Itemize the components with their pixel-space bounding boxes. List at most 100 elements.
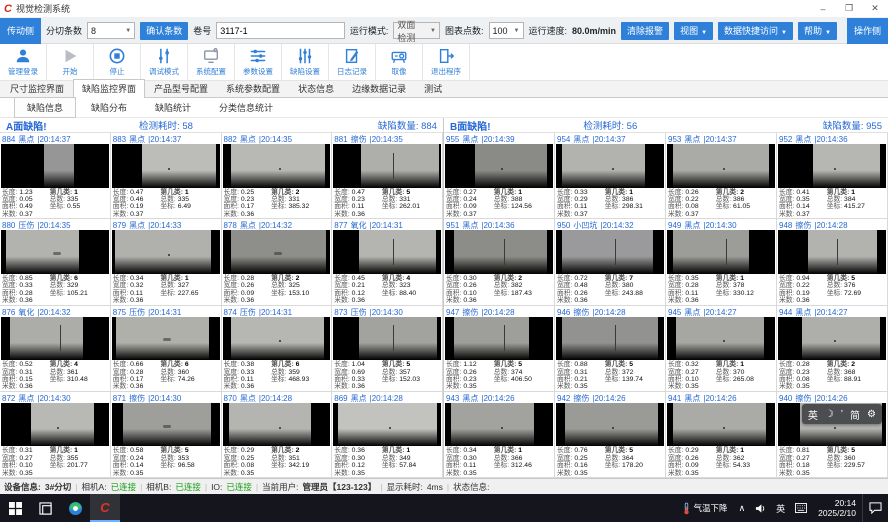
chart-points-select[interactable]: 100 ▼ <box>489 22 524 39</box>
defect-cell[interactable]: 947擦伤|20:14:28长度: 1.12宽度: 0.26面积: 0.23米数… <box>444 306 555 392</box>
exit-program-button[interactable]: 退出程序 <box>423 44 470 80</box>
defect-image[interactable] <box>1 230 109 274</box>
tab-product-model-config[interactable]: 产品型号配置 <box>145 79 217 97</box>
ime-simplified-toggle[interactable]: 简 <box>850 407 860 422</box>
close-button[interactable]: ✕ <box>862 0 888 17</box>
defect-cell[interactable]: 884黑点|20:14:37长度: 1.23宽度: 0.05面积: 0.49米数… <box>0 133 111 219</box>
defect-cell[interactable]: 944黑点|20:14:27长度: 0.28宽度: 0.23面积: 0.08米数… <box>777 306 888 392</box>
defect-cell[interactable]: 942擦伤|20:14:26长度: 0.76宽度: 0.25面积: 0.16米数… <box>555 392 666 478</box>
defect-image[interactable] <box>112 403 220 447</box>
defect-image[interactable] <box>1 144 109 188</box>
tab-system-param-config[interactable]: 系统参数配置 <box>217 79 289 97</box>
defect-image[interactable] <box>223 403 331 447</box>
operator-side-button[interactable]: 操作侧 <box>847 18 888 44</box>
drive-side-button[interactable]: 传动侧 <box>0 18 41 44</box>
subtab-defect-info[interactable]: 缺陷信息 <box>14 97 76 118</box>
defect-cell[interactable]: 875压伤|20:14:31长度: 0.66宽度: 0.28面积: 0.17米数… <box>111 306 222 392</box>
defect-image[interactable] <box>667 403 775 447</box>
debug-mode-button[interactable]: 调试模式 <box>141 44 188 80</box>
maximize-button[interactable]: ❐ <box>836 0 862 17</box>
defect-image[interactable] <box>333 317 441 361</box>
defect-image[interactable] <box>667 317 775 361</box>
defect-image[interactable] <box>333 403 441 447</box>
defect-cell[interactable]: 883黑点|20:14:37长度: 0.47宽度: 0.46面积: 0.19米数… <box>111 133 222 219</box>
tab-edge-data-record[interactable]: 边缘数据记录 <box>343 79 415 97</box>
parameter-settings-button[interactable]: 参数设置 <box>235 44 282 80</box>
defect-cell[interactable]: 948擦伤|20:14:28长度: 0.94宽度: 0.22面积: 0.19米数… <box>777 219 888 305</box>
ime-toolbar[interactable]: 英 ☽ ’ 简 ⚙ <box>802 404 882 424</box>
defect-cell[interactable]: 943黑点|20:14:26长度: 0.34宽度: 0.30面积: 0.11米数… <box>444 392 555 478</box>
defect-cell[interactable]: 941黑点|20:14:26长度: 0.29宽度: 0.26面积: 0.09米数… <box>666 392 777 478</box>
defect-image[interactable] <box>778 317 886 361</box>
defect-image[interactable] <box>223 144 331 188</box>
subtab-defect-statistics[interactable]: 缺陷统计 <box>142 97 204 118</box>
defect-cell[interactable]: 882黑点|20:14:35长度: 0.25宽度: 0.23面积: 0.17米数… <box>222 133 333 219</box>
system-config-button[interactable]: 系统配置 <box>188 44 235 80</box>
ime-moon-icon[interactable]: ☽ <box>825 409 834 420</box>
defect-image[interactable] <box>556 317 664 361</box>
defect-cell[interactable]: 879黑点|20:14:33长度: 0.34宽度: 0.32面积: 0.11米数… <box>111 219 222 305</box>
defect-image[interactable] <box>112 230 220 274</box>
volume-icon[interactable] <box>750 494 771 522</box>
tab-defect-monitor[interactable]: 缺陷监控界面 <box>73 79 145 98</box>
defect-cell[interactable]: 874压伤|20:14:31长度: 0.38宽度: 0.33面积: 0.11米数… <box>222 306 333 392</box>
defect-cell[interactable]: 877氧化|20:14:31长度: 0.45宽度: 0.21面积: 0.12米数… <box>332 219 443 305</box>
defect-image[interactable] <box>556 144 664 188</box>
admin-login-button[interactable]: 管理登录 <box>0 44 47 80</box>
defect-image[interactable] <box>556 403 664 447</box>
defect-image[interactable] <box>112 144 220 188</box>
taskbar-clock[interactable]: 20:14 2025/2/10 <box>812 498 862 518</box>
defect-image[interactable] <box>445 403 553 447</box>
defect-cell[interactable]: 873压伤|20:14:30长度: 1.04宽度: 0.69面积: 0.33米数… <box>332 306 443 392</box>
start-menu-button[interactable] <box>0 494 30 522</box>
tab-size-monitor[interactable]: 尺寸监控界面 <box>1 79 73 97</box>
defect-image[interactable] <box>112 317 220 361</box>
weather-widget[interactable]: 气温下降 <box>676 502 734 515</box>
defect-cell[interactable]: 954黑点|20:14:37长度: 0.33宽度: 0.29面积: 0.11米数… <box>555 133 666 219</box>
defect-cell[interactable]: 951黑点|20:14:36长度: 0.30宽度: 0.26面积: 0.10米数… <box>444 219 555 305</box>
tab-test[interactable]: 测试 <box>415 79 451 97</box>
defect-image[interactable] <box>445 230 553 274</box>
defect-image[interactable] <box>667 144 775 188</box>
defect-image[interactable] <box>556 230 664 274</box>
taskbar-inspection-app-button[interactable]: C <box>90 494 120 522</box>
defect-cell[interactable]: 869黑点|20:14:28长度: 0.36宽度: 0.30面积: 0.12米数… <box>332 392 443 478</box>
log-record-button[interactable]: 日志记录 <box>329 44 376 80</box>
defect-image[interactable] <box>667 230 775 274</box>
taskbar-browser-button[interactable] <box>60 494 90 522</box>
defect-image[interactable] <box>1 317 109 361</box>
defect-cell[interactable]: 952黑点|20:14:36长度: 0.41宽度: 0.35面积: 0.14米数… <box>777 133 888 219</box>
data-quick-access-menu-button[interactable]: 数据快捷访问▼ <box>718 22 793 40</box>
defect-cell[interactable]: 878黑点|20:14:32长度: 0.28宽度: 0.26面积: 0.09米数… <box>222 219 333 305</box>
subtab-defect-distribution[interactable]: 缺陷分布 <box>78 97 140 118</box>
defect-cell[interactable]: 870黑点|20:14:28长度: 0.29宽度: 0.25面积: 0.08米数… <box>222 392 333 478</box>
defect-cell[interactable]: 872黑点|20:14:30长度: 0.31宽度: 0.27面积: 0.10米数… <box>0 392 111 478</box>
defect-image[interactable] <box>223 230 331 274</box>
defect-cell[interactable]: 950小凹坑|20:14:32长度: 0.72宽度: 0.48面积: 0.26米… <box>555 219 666 305</box>
action-center-button[interactable] <box>862 494 888 522</box>
ime-punctuation-toggle[interactable]: ’ <box>841 409 843 420</box>
tab-status-info[interactable]: 状态信息 <box>289 79 343 97</box>
defect-settings-button[interactable]: 缺陷设置 <box>282 44 329 80</box>
defect-image[interactable] <box>223 317 331 361</box>
defect-image[interactable] <box>445 144 553 188</box>
clear-alarm-button[interactable]: 清除报警 <box>621 22 669 40</box>
defect-cell[interactable]: 946擦伤|20:14:28长度: 0.88宽度: 0.31面积: 0.21米数… <box>555 306 666 392</box>
defect-image[interactable] <box>333 230 441 274</box>
defect-cell[interactable]: 955黑点|20:14:39长度: 0.27宽度: 0.24面积: 0.09米数… <box>444 133 555 219</box>
defect-image[interactable] <box>333 144 441 188</box>
defect-cell[interactable]: 881擦伤|20:14:35长度: 0.47宽度: 0.23面积: 0.11米数… <box>332 133 443 219</box>
defect-cell[interactable]: 880压伤|20:14:35长度: 0.85宽度: 0.33面积: 0.28米数… <box>0 219 111 305</box>
defect-image[interactable] <box>1 403 109 447</box>
stop-button[interactable]: 停止 <box>94 44 141 80</box>
confirm-count-button[interactable]: 确认条数 <box>140 22 188 40</box>
ime-gear-icon[interactable]: ⚙ <box>867 409 876 420</box>
roll-number-input[interactable] <box>216 22 345 39</box>
touch-keyboard-icon[interactable] <box>790 494 812 522</box>
task-view-button[interactable] <box>30 494 60 522</box>
input-language-indicator[interactable]: 英 <box>771 494 790 522</box>
defect-cell[interactable]: 953黑点|20:14:37长度: 0.26宽度: 0.22面积: 0.08米数… <box>666 133 777 219</box>
ime-language-toggle[interactable]: 英 <box>808 407 818 422</box>
defect-cell[interactable]: 949黑点|20:14:30长度: 0.35宽度: 0.28面积: 0.11米数… <box>666 219 777 305</box>
start-button[interactable]: 开始 <box>47 44 94 80</box>
